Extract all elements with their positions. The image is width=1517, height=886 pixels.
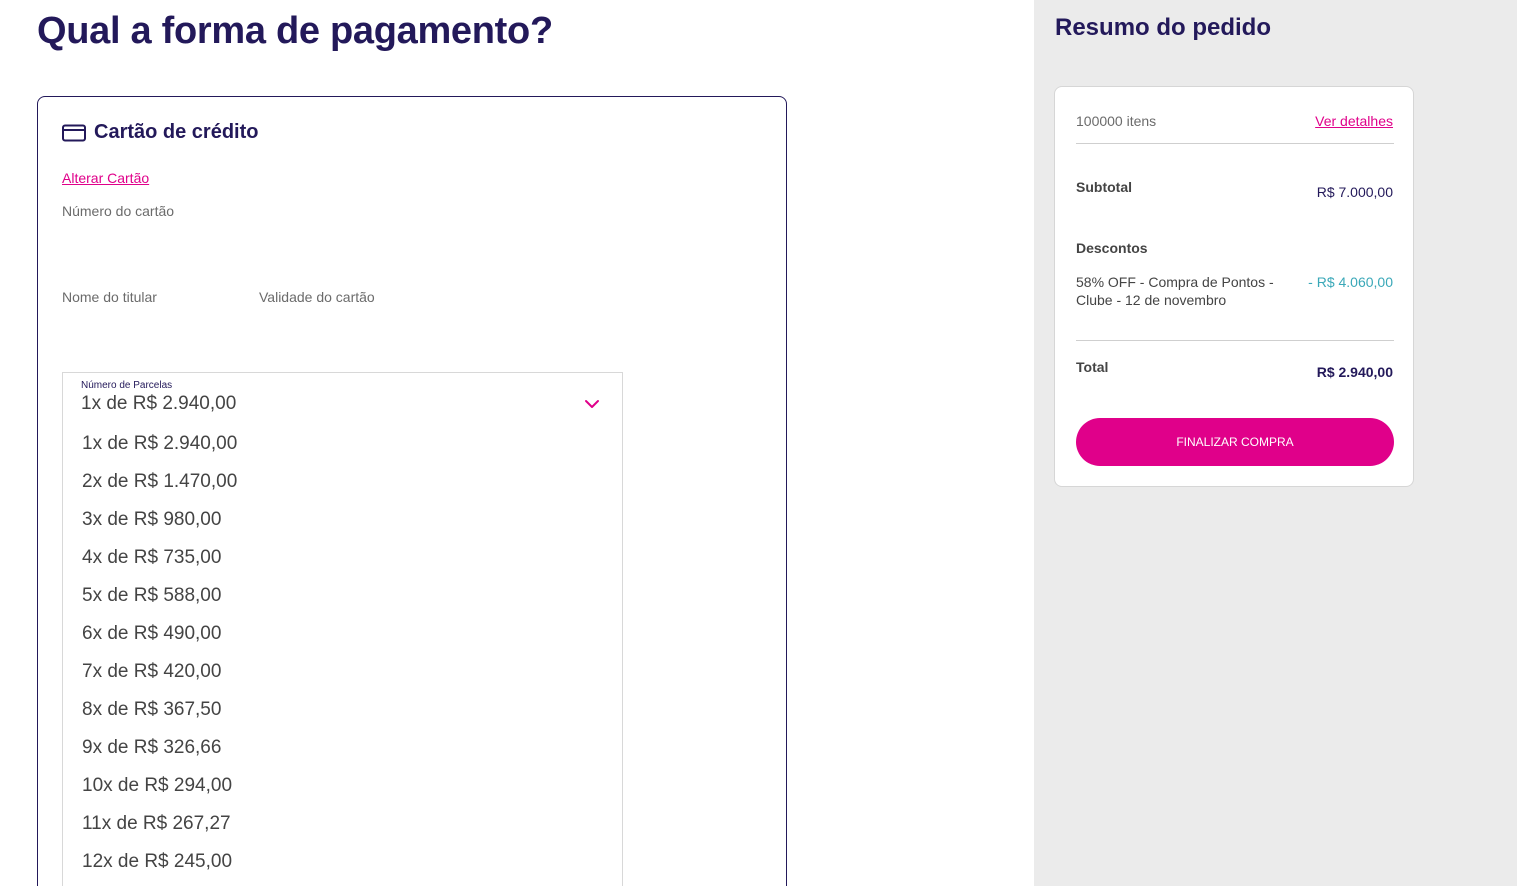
divider: [1076, 340, 1394, 341]
total-value: R$ 2.940,00: [1316, 364, 1393, 380]
change-card-link[interactable]: Alterar Cartão: [62, 170, 149, 186]
credit-card-icon: [62, 124, 86, 142]
finalize-purchase-button[interactable]: FINALIZAR COMPRA: [1076, 418, 1394, 466]
installments-label: Número de Parcelas: [81, 380, 173, 391]
total-label: Total: [1076, 359, 1109, 375]
order-summary-card: 100000 itens Ver detalhes Subtotal R$ 7.…: [1054, 86, 1414, 487]
credit-card-panel: Cartão de crédito Alterar Cartão Número …: [37, 96, 787, 886]
installment-option[interactable]: 10x de R$ 294,00: [63, 767, 622, 805]
card-title: Cartão de crédito: [94, 121, 259, 143]
page-title: Qual a forma de pagamento?: [37, 10, 553, 52]
divider: [1076, 143, 1394, 144]
installment-option[interactable]: 9x de R$ 326,66: [63, 729, 622, 767]
chevron-down-icon[interactable]: [584, 397, 600, 409]
installment-option[interactable]: 7x de R$ 420,00: [63, 653, 622, 691]
holder-name-label: Nome do titular: [62, 289, 157, 305]
installment-option[interactable]: 3x de R$ 980,00: [63, 501, 622, 539]
view-details-link[interactable]: Ver detalhes: [1315, 113, 1393, 129]
installment-option[interactable]: 12x de R$ 245,00: [63, 843, 622, 881]
installments-selected-value[interactable]: 1x de R$ 2.940,00: [81, 393, 236, 415]
installment-option[interactable]: 11x de R$ 267,27: [63, 805, 622, 843]
installment-option[interactable]: 4x de R$ 735,00: [63, 539, 622, 577]
summary-title: Resumo do pedido: [1055, 14, 1271, 41]
discount-description: 58% OFF - Compra de Pontos - Clube - 12 …: [1076, 274, 1274, 308]
payment-section: Qual a forma de pagamento? Cartão de cré…: [0, 0, 1034, 886]
checkout-page: Qual a forma de pagamento? Cartão de cré…: [0, 0, 1517, 886]
installment-option[interactable]: 6x de R$ 490,00: [63, 615, 622, 653]
order-summary-sidebar: Resumo do pedido 100000 itens Ver detalh…: [1034, 0, 1517, 886]
card-number-label: Número do cartão: [62, 203, 175, 219]
discounts-label: Descontos: [1076, 240, 1148, 256]
installments-options-list: 1x de R$ 2.940,00 2x de R$ 1.470,00 3x d…: [63, 425, 622, 881]
installment-option[interactable]: 2x de R$ 1.470,00: [63, 463, 622, 501]
items-count: 100000 itens: [1076, 113, 1157, 129]
installment-option[interactable]: 1x de R$ 2.940,00: [63, 425, 622, 463]
installment-option[interactable]: 5x de R$ 588,00: [63, 577, 622, 615]
discount-value: - R$ 4.060,00: [1308, 274, 1393, 290]
installments-select[interactable]: Número de Parcelas 1x de R$ 2.940,00 1x …: [62, 372, 623, 886]
card-validity-label: Validade do cartão: [259, 289, 375, 305]
subtotal-label: Subtotal: [1076, 179, 1132, 195]
card-header: Cartão de crédito: [62, 121, 258, 144]
subtotal-value: R$ 7.000,00: [1316, 184, 1393, 200]
installment-option[interactable]: 8x de R$ 367,50: [63, 691, 622, 729]
